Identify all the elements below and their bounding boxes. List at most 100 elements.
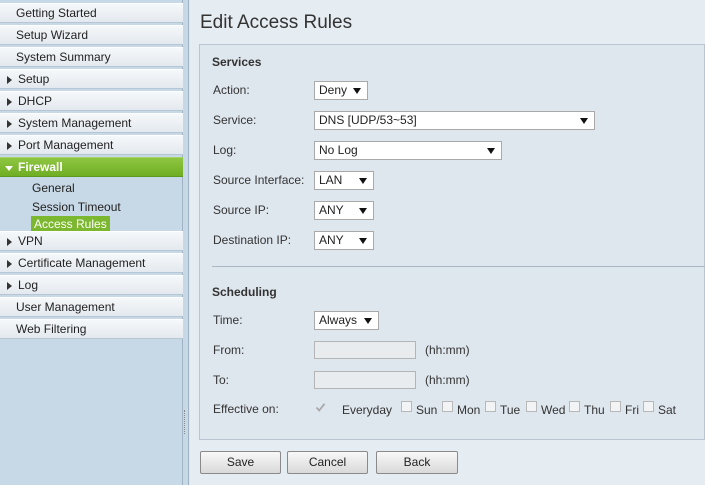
log-value: No Log bbox=[319, 143, 358, 157]
action-label: Action: bbox=[213, 83, 250, 97]
caret-down-icon bbox=[5, 166, 13, 171]
tue-label: Tue bbox=[500, 403, 521, 417]
sidebar-item-label: Web Filtering bbox=[16, 322, 87, 336]
chevron-down-icon bbox=[580, 118, 588, 124]
source-interface-select[interactable]: LAN bbox=[314, 171, 374, 190]
mon-checkbox[interactable] bbox=[442, 401, 453, 412]
sidebar-item-system-management[interactable]: System Management bbox=[0, 113, 183, 133]
wed-checkbox[interactable] bbox=[526, 401, 537, 412]
chevron-down-icon bbox=[359, 208, 367, 214]
destination-ip-label: Destination IP: bbox=[213, 233, 292, 247]
cancel-button[interactable]: Cancel bbox=[287, 451, 368, 474]
sidebar-item-setup[interactable]: Setup bbox=[0, 69, 183, 89]
fri-checkbox[interactable] bbox=[610, 401, 621, 412]
form-panel: Services Action: Deny Service: DNS [UDP/… bbox=[199, 44, 705, 440]
log-label: Log: bbox=[213, 143, 237, 157]
log-select[interactable]: No Log bbox=[314, 141, 502, 160]
section-divider bbox=[212, 266, 705, 267]
service-label: Service: bbox=[213, 113, 257, 127]
sidebar-nav: Getting Started Setup Wizard System Summ… bbox=[0, 0, 183, 485]
caret-right-icon bbox=[7, 120, 12, 128]
services-section-title: Services bbox=[212, 55, 262, 69]
time-select[interactable]: Always bbox=[314, 311, 379, 330]
effective-on-label: Effective on: bbox=[213, 402, 279, 416]
sidebar-item-user-management[interactable]: User Management bbox=[0, 297, 183, 317]
caret-right-icon bbox=[7, 76, 12, 84]
sidebar-item-web-filtering[interactable]: Web Filtering bbox=[0, 319, 183, 339]
sun-checkbox[interactable] bbox=[401, 401, 412, 412]
caret-right-icon bbox=[7, 142, 12, 150]
sidebar-splitter[interactable] bbox=[183, 0, 189, 485]
source-interface-label: Source Interface: bbox=[213, 173, 305, 187]
mon-label: Mon bbox=[457, 403, 481, 417]
chevron-down-icon bbox=[364, 318, 372, 324]
service-select[interactable]: DNS [UDP/53~53] bbox=[314, 111, 595, 130]
drag-handle-icon[interactable] bbox=[184, 410, 187, 434]
sat-checkbox[interactable] bbox=[643, 401, 654, 412]
destination-ip-value: ANY bbox=[319, 233, 344, 247]
source-ip-value: ANY bbox=[319, 203, 344, 217]
sidebar-item-label: Log bbox=[18, 278, 39, 292]
save-button[interactable]: Save bbox=[200, 451, 281, 474]
sidebar-item-label: VPN bbox=[18, 234, 43, 248]
source-ip-label: Source IP: bbox=[213, 203, 270, 217]
time-label: Time: bbox=[213, 313, 243, 327]
sidebar-item-label: Port Management bbox=[18, 138, 114, 152]
sidebar-item-firewall[interactable]: Firewall bbox=[0, 157, 183, 177]
wed-label: Wed bbox=[541, 403, 566, 417]
source-ip-select[interactable]: ANY bbox=[314, 201, 374, 220]
scheduling-section-title: Scheduling bbox=[212, 285, 277, 299]
chevron-down-icon bbox=[359, 238, 367, 244]
action-select[interactable]: Deny bbox=[314, 81, 368, 100]
sidebar-item-label: System Management bbox=[18, 116, 132, 130]
sidebar-item-vpn[interactable]: VPN bbox=[0, 231, 183, 251]
sidebar-item-label: DHCP bbox=[18, 94, 53, 108]
time-value: Always bbox=[319, 313, 358, 327]
sun-label: Sun bbox=[416, 403, 438, 417]
sidebar-item-label: Firewall bbox=[18, 160, 63, 174]
page-title: Edit Access Rules bbox=[200, 12, 353, 33]
tue-checkbox[interactable] bbox=[485, 401, 496, 412]
main-panel: Edit Access Rules Services Action: Deny … bbox=[190, 0, 705, 485]
sat-label: Sat bbox=[658, 403, 677, 417]
sidebar-item-setup-wizard[interactable]: Setup Wizard bbox=[0, 25, 183, 45]
sidebar-subitem-session-timeout[interactable]: Session Timeout bbox=[32, 199, 121, 216]
from-time-input[interactable] bbox=[314, 341, 416, 359]
sidebar-item-getting-started[interactable]: Getting Started bbox=[0, 3, 183, 23]
thu-label: Thu bbox=[584, 403, 605, 417]
chevron-down-icon bbox=[359, 178, 367, 184]
everyday-checkbox[interactable] bbox=[315, 402, 326, 413]
sidebar-item-port-management[interactable]: Port Management bbox=[0, 135, 183, 155]
sidebar-item-label: Setup Wizard bbox=[16, 28, 89, 42]
service-value: DNS [UDP/53~53] bbox=[319, 113, 417, 127]
sidebar-item-label: System Summary bbox=[16, 50, 111, 64]
to-time-input[interactable] bbox=[314, 371, 416, 389]
sidebar-item-dhcp[interactable]: DHCP bbox=[0, 91, 183, 111]
source-interface-value: LAN bbox=[319, 173, 343, 187]
back-button[interactable]: Back bbox=[376, 451, 458, 474]
thu-checkbox[interactable] bbox=[569, 401, 580, 412]
chevron-down-icon bbox=[487, 148, 495, 154]
sidebar-item-label: User Management bbox=[16, 300, 115, 314]
sidebar-item-log[interactable]: Log bbox=[0, 275, 183, 295]
caret-right-icon bbox=[7, 238, 12, 246]
sidebar-item-certificate-management[interactable]: Certificate Management bbox=[0, 253, 183, 273]
from-label: From: bbox=[213, 343, 245, 357]
sidebar-subitem-general[interactable]: General bbox=[32, 180, 75, 197]
caret-right-icon bbox=[7, 260, 12, 268]
action-value: Deny bbox=[319, 83, 348, 97]
to-label: To: bbox=[213, 373, 230, 387]
from-format-hint: (hh:mm) bbox=[425, 343, 470, 357]
fri-label: Fri bbox=[625, 403, 639, 417]
caret-right-icon bbox=[7, 98, 12, 106]
chevron-down-icon bbox=[353, 88, 361, 94]
to-format-hint: (hh:mm) bbox=[425, 373, 470, 387]
checkmark-icon bbox=[315, 403, 326, 412]
sidebar-item-label: Certificate Management bbox=[18, 256, 146, 270]
sidebar-item-label: Setup bbox=[18, 72, 50, 86]
destination-ip-select[interactable]: ANY bbox=[314, 231, 374, 250]
sidebar-item-label: Getting Started bbox=[16, 6, 97, 20]
sidebar-item-system-summary[interactable]: System Summary bbox=[0, 47, 183, 67]
caret-right-icon bbox=[7, 282, 12, 290]
everyday-label: Everyday bbox=[342, 403, 393, 417]
